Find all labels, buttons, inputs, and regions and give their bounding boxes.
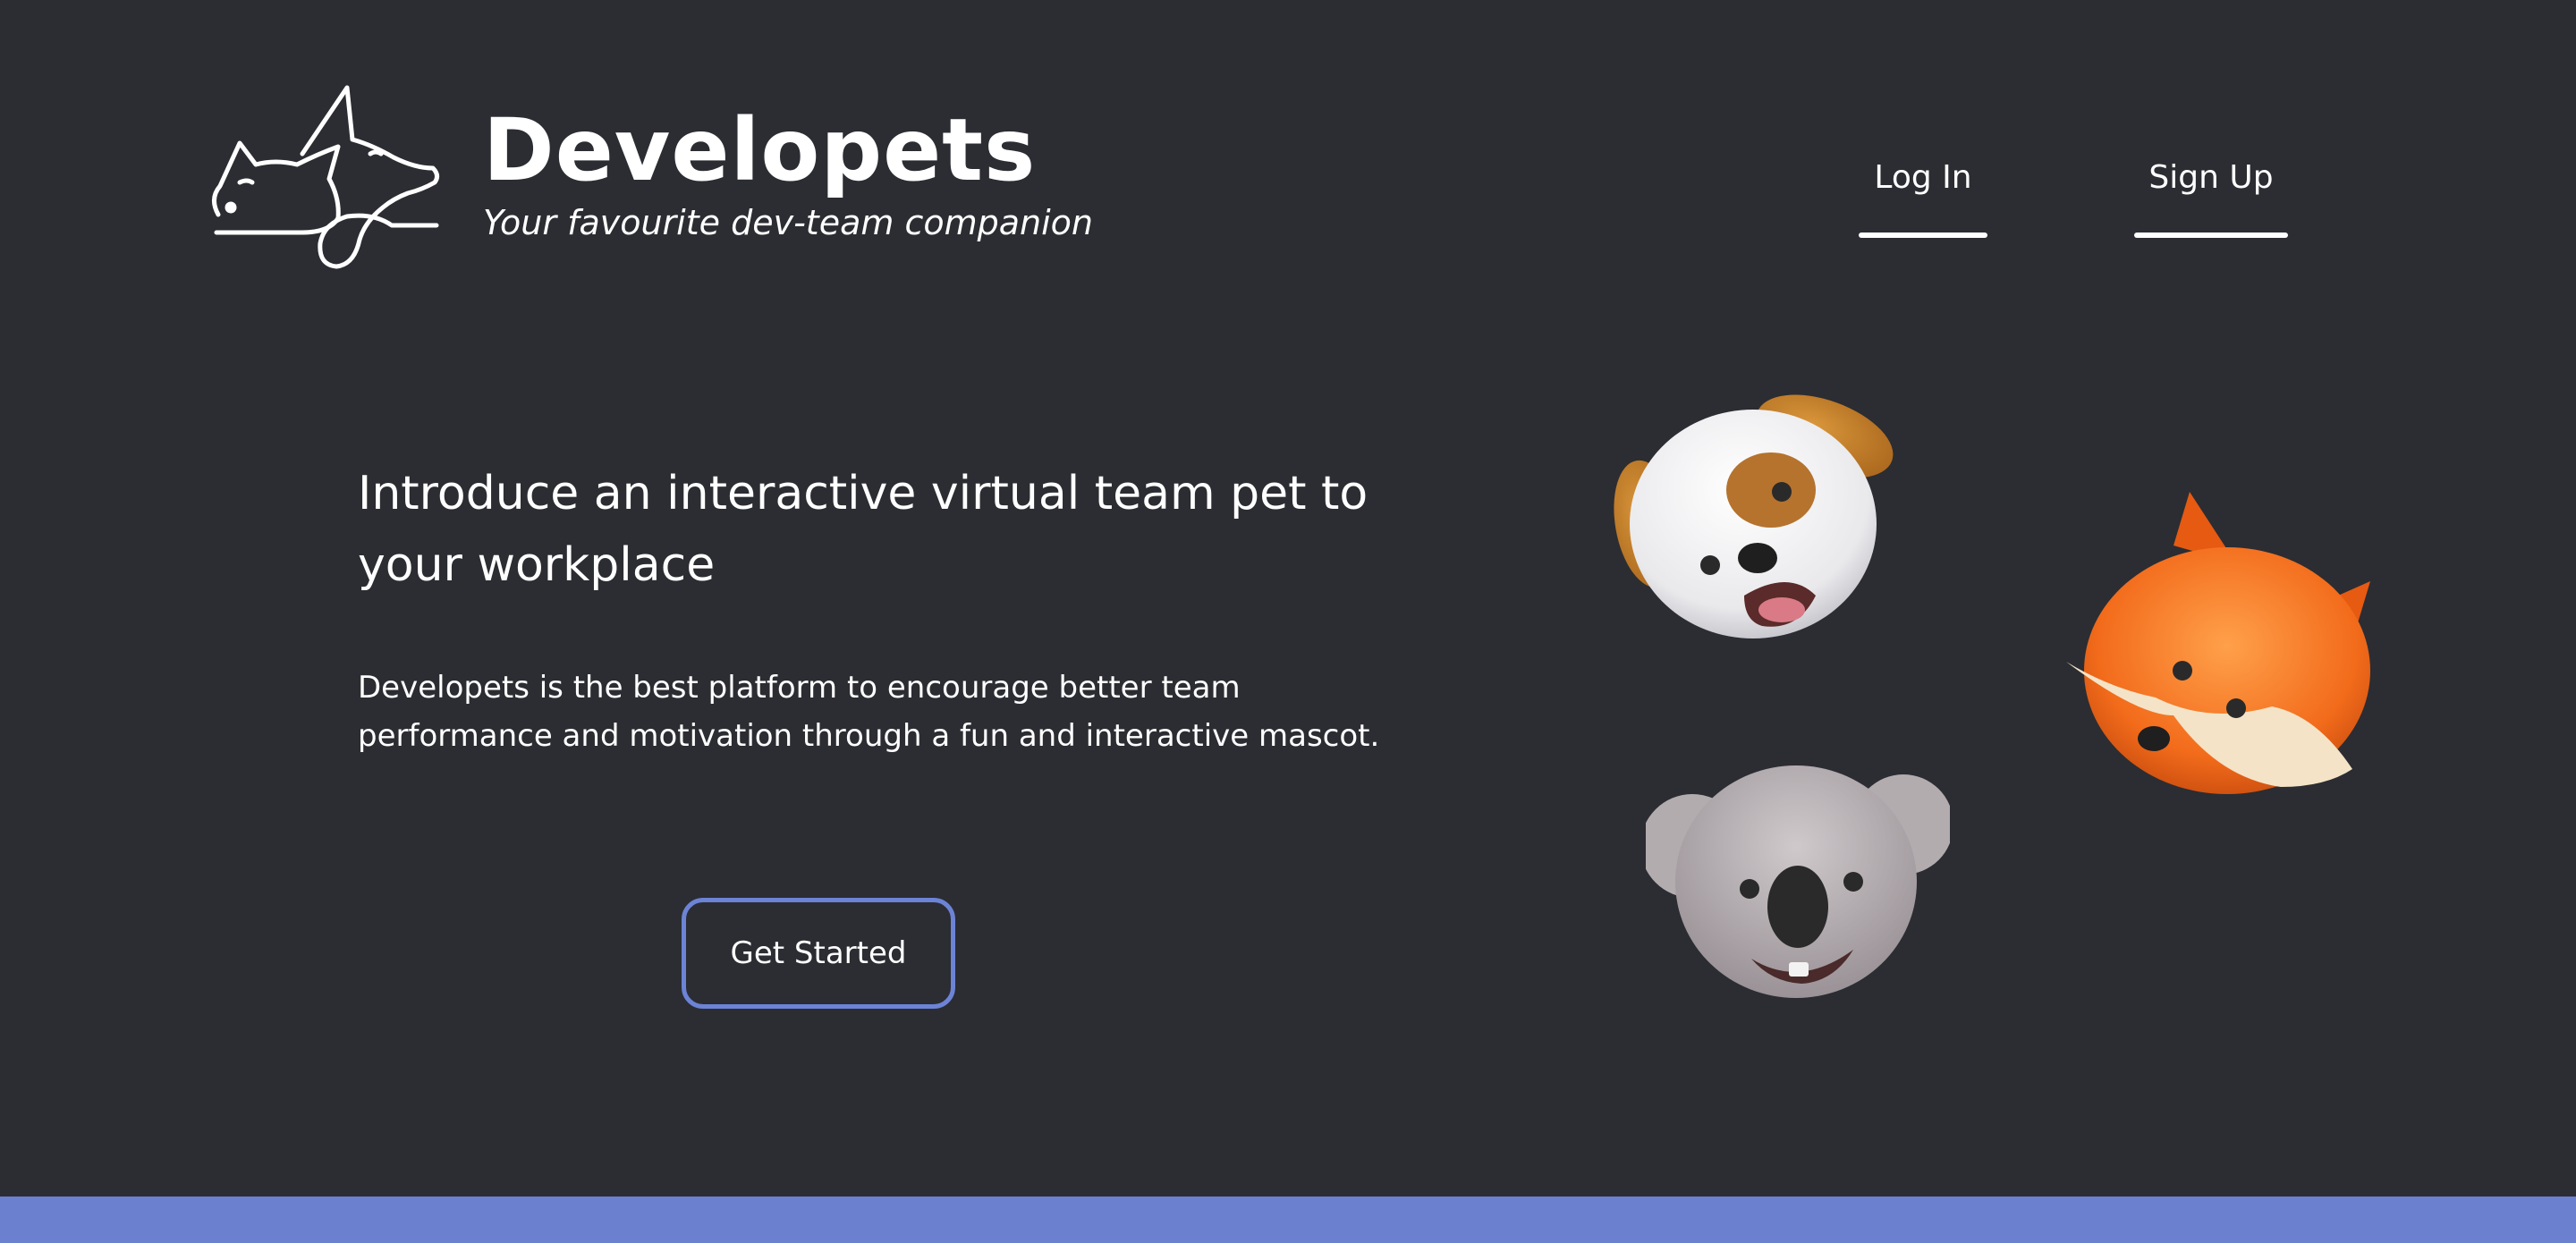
fox-mascot-image xyxy=(2066,492,2370,794)
hero-description: Developets is the best platform to encou… xyxy=(358,670,1380,754)
login-button[interactable]: Log In xyxy=(1859,150,1987,238)
bottom-accent-bar xyxy=(0,1196,2576,1243)
get-started-button[interactable]: Get Started xyxy=(682,898,955,1009)
dog-mascot-image xyxy=(1614,394,1894,638)
login-label: Log In xyxy=(1874,159,1972,196)
koala-mascot-image xyxy=(1646,765,1950,998)
hero-heading: Introduce an interactive virtual team pe… xyxy=(358,467,1368,592)
signup-label: Sign Up xyxy=(2148,159,2274,196)
cat-dog-logo-icon xyxy=(212,85,440,269)
signup-underline xyxy=(2134,233,2288,238)
signup-button[interactable]: Sign Up xyxy=(2134,150,2288,238)
brand-tagline: Your favourite dev-team companion xyxy=(483,203,1093,242)
landing-page: Developets Your favourite dev-team compa… xyxy=(0,0,2576,1243)
login-underline xyxy=(1859,233,1987,238)
brand-name: Developets xyxy=(483,100,1037,200)
